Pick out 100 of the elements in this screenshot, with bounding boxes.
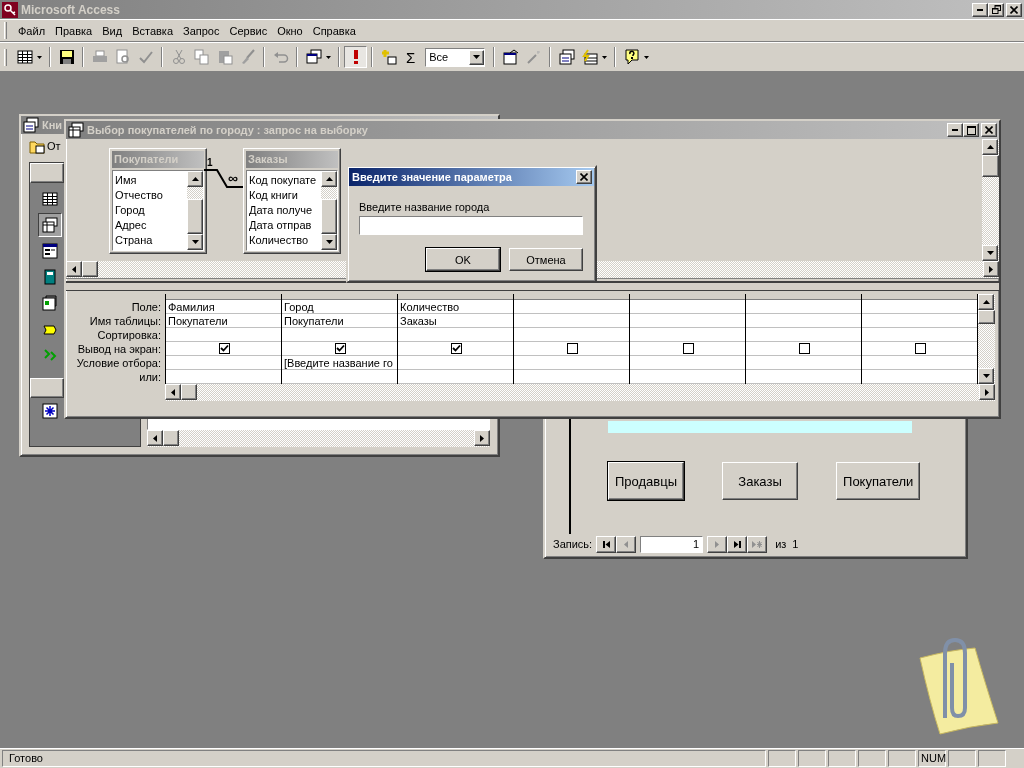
record-number-field[interactable]: 1 <box>640 535 704 553</box>
group-bar[interactable] <box>30 378 64 398</box>
menu-item[interactable]: Вставка <box>127 22 178 39</box>
checkbox[interactable] <box>799 343 810 354</box>
arrow-left-icon[interactable] <box>171 388 175 396</box>
field-item[interactable]: Дата получе <box>249 203 321 218</box>
first-record-button[interactable] <box>596 535 617 553</box>
menu-item[interactable]: Файл <box>13 22 51 39</box>
checkbox[interactable] <box>451 343 462 354</box>
vertical-scrollbar[interactable] <box>982 139 999 262</box>
favorites-icon[interactable] <box>42 403 58 419</box>
scroll-up-button[interactable] <box>978 294 994 310</box>
first-record-icon[interactable] <box>602 540 610 548</box>
last-record-icon[interactable] <box>733 540 741 548</box>
database-window-icon[interactable] <box>558 49 575 65</box>
printer-icon[interactable] <box>91 49 108 65</box>
paste-icon[interactable] <box>216 49 233 65</box>
arrow-down-icon[interactable] <box>325 240 333 244</box>
pane-splitter[interactable] <box>66 281 999 291</box>
table-cell[interactable] <box>398 342 513 356</box>
scroll-down-button[interactable] <box>321 234 337 250</box>
scroll-up-button[interactable] <box>321 171 337 187</box>
field-item[interactable]: Дата отправ <box>249 218 321 233</box>
scroll-left-button[interactable] <box>147 430 163 446</box>
scroll-right-button[interactable] <box>983 261 999 278</box>
caret-icon[interactable] <box>602 55 608 59</box>
menu-item[interactable]: Справка <box>307 22 361 39</box>
arrow-up-icon[interactable] <box>325 177 333 181</box>
form-button[interactable]: Заказы <box>722 462 799 500</box>
scroll-thumb[interactable] <box>321 199 337 234</box>
column-selector[interactable] <box>746 294 861 300</box>
field-item[interactable]: Страна <box>115 233 187 248</box>
arrow-right-icon[interactable] <box>985 388 989 396</box>
field-item[interactable]: Отчество <box>115 188 187 203</box>
report-icon[interactable] <box>42 269 58 285</box>
menu-item[interactable]: Правка <box>50 22 98 39</box>
caret-icon[interactable] <box>644 55 650 59</box>
table-cell[interactable] <box>514 342 629 356</box>
table-icon[interactable] <box>42 191 58 207</box>
arrow-up-icon[interactable] <box>982 300 990 304</box>
vertical-scrollbar[interactable] <box>321 171 337 250</box>
close-icon[interactable] <box>580 173 588 181</box>
query-icon[interactable] <box>42 217 58 233</box>
field-item[interactable]: Адрес <box>115 218 187 233</box>
table-box[interactable]: Заказы Код покупате Код книги Дата получе Дата отправ Количество <box>243 148 341 254</box>
form-button[interactable]: Покупатели <box>836 462 921 500</box>
scroll-thumb[interactable] <box>82 261 98 278</box>
scroll-thumb[interactable] <box>187 199 203 234</box>
table-cell[interactable]: Покупатели <box>166 314 281 328</box>
minimize-button[interactable] <box>972 2 988 17</box>
table-cell[interactable] <box>630 342 745 356</box>
check-mark-icon[interactable] <box>137 49 154 65</box>
arrow-up-icon[interactable] <box>986 145 994 149</box>
column-selector[interactable] <box>514 294 629 300</box>
menu-item[interactable]: Вид <box>97 22 128 39</box>
input-field[interactable] <box>359 216 583 235</box>
help-icon[interactable] <box>623 49 640 65</box>
table-cell[interactable] <box>862 342 977 356</box>
checkbox[interactable] <box>567 343 578 354</box>
minimize-icon[interactable] <box>977 8 983 11</box>
scroll-down-button[interactable] <box>187 234 203 250</box>
checkbox[interactable] <box>335 343 346 354</box>
dialog-button[interactable]: Отмена <box>509 248 583 271</box>
new-record-button[interactable] <box>747 535 768 553</box>
menu-item[interactable]: Окно <box>272 22 308 39</box>
page-icon[interactable] <box>42 295 58 311</box>
menu-item[interactable]: Запрос <box>178 22 225 39</box>
scroll-thumb[interactable] <box>978 310 995 324</box>
table-cell[interactable]: Фамилия <box>166 300 281 314</box>
field-item[interactable]: Имя <box>115 173 187 188</box>
stacked-windows-icon[interactable] <box>305 49 322 65</box>
scroll-up-button[interactable] <box>187 171 203 187</box>
scroll-up-button[interactable] <box>982 139 998 155</box>
caret-icon[interactable] <box>326 55 331 59</box>
table-cell[interactable]: Количество <box>398 300 513 314</box>
table-cell[interactable]: [Введите название го <box>282 356 397 370</box>
field-item[interactable]: Код книги <box>249 188 321 203</box>
table-cell[interactable] <box>746 342 861 356</box>
form-button[interactable]: Продавцы <box>608 462 685 500</box>
field-item[interactable]: Количество <box>249 233 321 248</box>
column-selector[interactable] <box>398 294 513 300</box>
arrow-down-icon[interactable] <box>191 240 199 244</box>
table-box[interactable]: Покупатели Имя Отчество Город Адрес Страна <box>109 148 207 254</box>
scroll-right-button[interactable] <box>474 430 490 446</box>
totals-button[interactable]: Σ <box>400 48 422 66</box>
field-item[interactable]: Код покупате <box>249 173 321 188</box>
arrow-left-icon[interactable] <box>153 434 157 442</box>
scroll-down-button[interactable] <box>982 245 998 262</box>
arrow-right-icon[interactable] <box>989 265 993 273</box>
scroll-thumb[interactable] <box>163 430 179 446</box>
field-item[interactable]: Город <box>115 203 187 218</box>
vertical-scrollbar[interactable] <box>978 294 995 384</box>
close-button[interactable] <box>576 170 592 184</box>
scroll-left-button[interactable] <box>66 261 82 278</box>
next-record-button[interactable] <box>707 535 728 553</box>
properties-icon[interactable] <box>502 49 519 65</box>
table-cell[interactable] <box>282 342 397 356</box>
table-cell[interactable]: Заказы <box>398 314 513 328</box>
last-record-button[interactable] <box>727 535 748 553</box>
page-magnifier-icon[interactable] <box>114 49 131 65</box>
